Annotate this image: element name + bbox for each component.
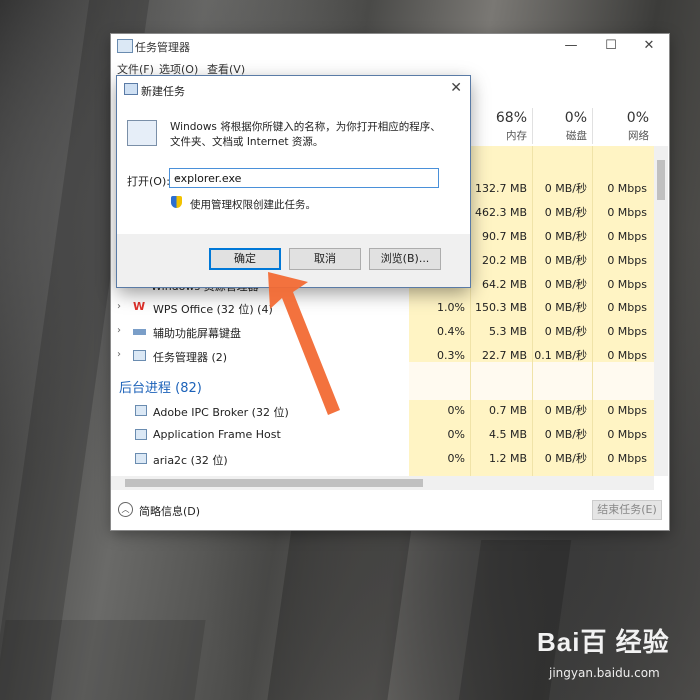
- annotation-arrow: [268, 272, 340, 415]
- watermark-url: jingyan.baidu.com: [549, 666, 660, 680]
- baidu-watermark: Bai百 经验 jingyan.baidu.com: [537, 622, 670, 680]
- baidu-logo: Bai百 经验: [537, 627, 670, 657]
